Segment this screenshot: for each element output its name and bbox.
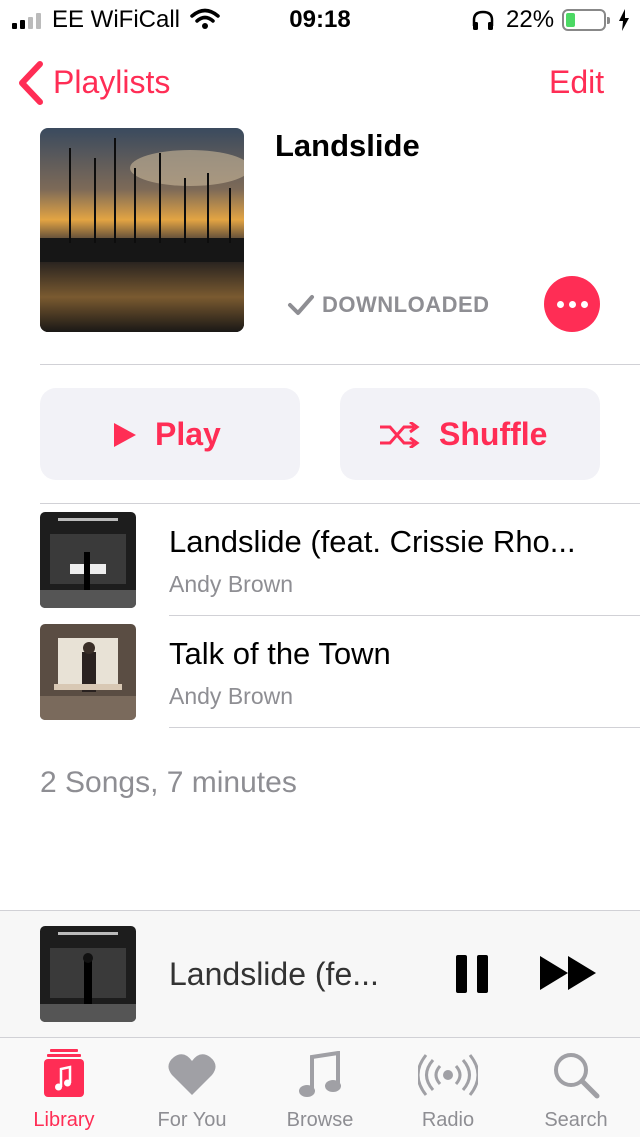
tab-browse[interactable]: Browse bbox=[256, 1037, 384, 1136]
tab-for-you[interactable]: For You bbox=[128, 1037, 256, 1136]
tab-label: Library bbox=[33, 1109, 95, 1131]
tab-label: Radio bbox=[421, 1109, 475, 1131]
shuffle-button[interactable]: Shuffle bbox=[340, 388, 600, 480]
song-artwork bbox=[40, 624, 136, 720]
playlist-title: Landslide bbox=[275, 128, 420, 163]
search-icon bbox=[554, 1053, 600, 1099]
header-divider bbox=[40, 364, 640, 365]
playlist-summary: 2 Songs, 7 minutes bbox=[40, 766, 297, 799]
charging-icon bbox=[619, 9, 629, 31]
downloaded-status: DOWNLOADED bbox=[322, 292, 490, 317]
library-icon bbox=[44, 1049, 84, 1097]
status-bar: EE WiFiCall 09:18 22% bbox=[0, 0, 640, 40]
song-artist: Andy Brown bbox=[169, 683, 294, 709]
tab-label: Search bbox=[544, 1109, 608, 1131]
song-title: Landslide (feat. Crissie Rho... bbox=[169, 524, 576, 559]
song-artist: Andy Brown bbox=[169, 571, 294, 597]
playlist-artwork bbox=[40, 128, 244, 332]
battery-percentage: 22% bbox=[506, 6, 555, 33]
chevron-left-icon[interactable] bbox=[16, 60, 46, 106]
tab-label: For You bbox=[157, 1109, 227, 1131]
play-label: Play bbox=[155, 416, 221, 452]
checkmark-icon bbox=[288, 295, 314, 315]
battery-icon bbox=[562, 9, 610, 31]
heart-icon bbox=[168, 1054, 216, 1095]
song-divider bbox=[169, 727, 640, 728]
song-artwork bbox=[40, 512, 136, 608]
headphones-icon bbox=[472, 10, 494, 30]
fast-forward-icon[interactable] bbox=[540, 956, 596, 990]
tab-radio[interactable]: Radio bbox=[384, 1037, 512, 1136]
tab-library[interactable]: Library bbox=[0, 1037, 128, 1136]
radio-icon bbox=[418, 1054, 478, 1096]
music-note-icon bbox=[299, 1051, 341, 1097]
song-row[interactable]: Landslide (feat. Crissie Rho... Andy Bro… bbox=[0, 504, 640, 615]
tab-search[interactable]: Search bbox=[512, 1037, 640, 1136]
more-options-button[interactable] bbox=[544, 276, 600, 332]
play-icon bbox=[114, 423, 136, 447]
song-title: Talk of the Town bbox=[169, 636, 391, 671]
now-playing-title: Landslide (fe... bbox=[169, 956, 379, 992]
back-button[interactable]: Playlists bbox=[53, 64, 170, 101]
now-playing-artwork bbox=[40, 926, 136, 1022]
shuffle-label: Shuffle bbox=[439, 416, 548, 452]
song-row[interactable]: Talk of the Town Andy Brown bbox=[0, 616, 640, 727]
edit-button[interactable]: Edit bbox=[549, 64, 604, 101]
shuffle-icon bbox=[380, 422, 420, 448]
tab-label: Browse bbox=[286, 1109, 354, 1131]
play-button[interactable]: Play bbox=[40, 388, 300, 480]
pause-icon[interactable] bbox=[456, 955, 488, 993]
